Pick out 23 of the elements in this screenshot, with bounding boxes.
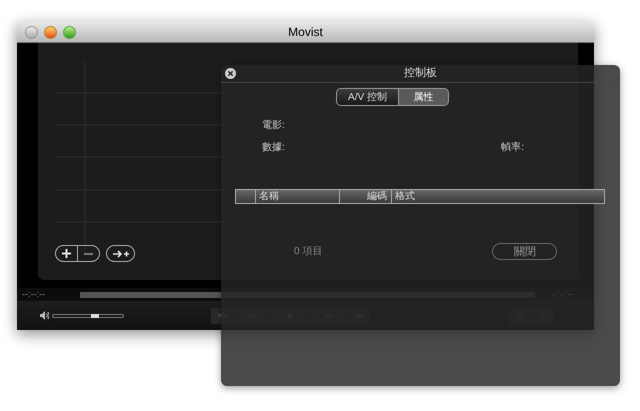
volume-icon	[40, 311, 49, 320]
item-count: 0 項目	[294, 245, 322, 259]
volume-slider[interactable]	[52, 314, 124, 318]
minus-icon	[84, 252, 93, 254]
column-header[interactable]: 格式	[392, 190, 604, 203]
field-label: 數據:	[262, 140, 285, 155]
close-icon[interactable]	[225, 68, 236, 79]
column-header[interactable]: 編碼	[340, 190, 392, 203]
field-label: 幀率:	[501, 140, 524, 155]
tab[interactable]: A/V 控制	[337, 89, 399, 105]
elapsed-time: --:--:--	[22, 288, 46, 301]
plus-icon	[62, 249, 71, 258]
panel-title: 控制板	[404, 66, 437, 82]
close-button[interactable]: 關閉	[492, 243, 558, 260]
arrow-plus-icon	[112, 250, 128, 258]
minimize-button[interactable]	[44, 26, 57, 39]
window-title: Movist	[288, 24, 323, 41]
tab[interactable]: 属性	[399, 89, 448, 105]
remaining-time: --:--:--	[551, 288, 574, 301]
add-next-button[interactable]	[106, 245, 135, 262]
volume-thumb[interactable]	[91, 314, 100, 318]
field-label: 電影:	[262, 119, 286, 133]
column-header[interactable]: 名稱	[256, 190, 340, 203]
